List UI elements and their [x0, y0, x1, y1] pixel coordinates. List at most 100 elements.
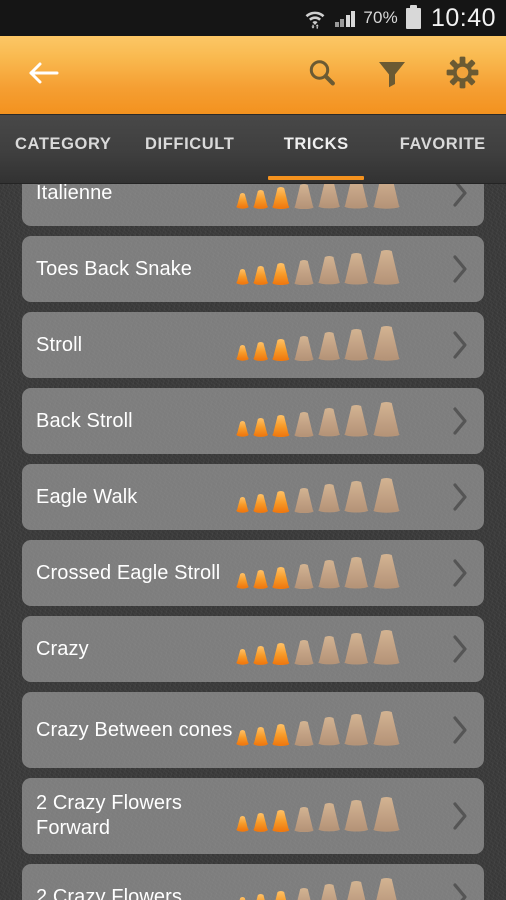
- tab-tricks[interactable]: TRICKS: [253, 115, 380, 183]
- trick-title: Crossed Eagle Stroll: [36, 561, 221, 584]
- tab-label: FAVORITE: [399, 134, 486, 153]
- cone-3-filled: [272, 490, 290, 513]
- trick-row[interactable]: 2 Crazy Flowers Forward: [22, 778, 484, 854]
- trick-title: Stroll: [36, 333, 83, 356]
- cone-5-empty: [318, 636, 340, 665]
- row-chevron[interactable]: [436, 632, 470, 666]
- cone-4-empty: [294, 487, 314, 513]
- tab-bar: CATEGORY DIFFICULT TRICKS FAVORITE: [0, 115, 506, 184]
- trick-title: 2 Crazy Flowers: [36, 885, 182, 900]
- cone-6-empty: [344, 481, 369, 513]
- tab-difficult[interactable]: DIFFICULT: [127, 115, 254, 183]
- cone-2-filled: [253, 645, 268, 665]
- search-button[interactable]: [300, 53, 344, 97]
- difficulty-cone-rating: [236, 326, 436, 363]
- row-chevron[interactable]: [436, 328, 470, 362]
- chevron-right-icon: [453, 802, 467, 830]
- status-clock: 10:40: [430, 3, 496, 32]
- cone-6-empty: [347, 881, 366, 900]
- chevron-right-icon: [453, 635, 467, 663]
- row-chevron[interactable]: [436, 252, 470, 286]
- trick-row[interactable]: Back Stroll: [22, 388, 484, 454]
- cone-7-empty: [373, 326, 400, 361]
- row-chevron[interactable]: [436, 556, 470, 590]
- cone-7-empty: [373, 554, 400, 589]
- cone-3-filled: [272, 186, 290, 209]
- filter-funnel-icon: [376, 58, 408, 93]
- trick-row[interactable]: 2 Crazy Flowers: [22, 864, 484, 900]
- back-button[interactable]: [22, 53, 66, 97]
- chevron-right-icon: [453, 716, 467, 744]
- cone-6-empty: [344, 800, 369, 832]
- tab-category[interactable]: CATEGORY: [0, 115, 127, 183]
- cone-5-empty: [318, 560, 340, 589]
- battery-percent-label: 70%: [363, 8, 398, 27]
- row-chevron[interactable]: [436, 480, 470, 514]
- cone-2-filled: [253, 341, 268, 361]
- chevron-right-icon: [453, 559, 467, 587]
- difficulty-cone-rating: [236, 878, 436, 900]
- cone-6-empty: [344, 633, 369, 665]
- tab-favorite[interactable]: FAVORITE: [380, 115, 506, 183]
- row-chevron[interactable]: [436, 184, 470, 210]
- cone-1-filled: [236, 649, 249, 665]
- trick-title: 2 Crazy Flowers Forward: [36, 792, 182, 839]
- trick-row[interactable]: Crazy: [22, 616, 484, 682]
- cone-2-filled: [256, 893, 265, 900]
- cone-1-filled: [236, 345, 249, 361]
- cone-2-filled: [253, 569, 268, 589]
- trick-list-scroll-area[interactable]: Italienne Toes Back Snake Stroll Back Strol…: [0, 184, 506, 900]
- cone-7-empty: [376, 878, 397, 900]
- trick-title: Crazy: [36, 637, 89, 660]
- trick-row[interactable]: Eagle Walk: [22, 464, 484, 530]
- cone-7-empty: [373, 250, 400, 285]
- chevron-right-icon: [453, 883, 467, 900]
- search-icon: [306, 57, 338, 94]
- filter-button[interactable]: [370, 53, 414, 97]
- trick-row[interactable]: Italienne: [22, 184, 484, 226]
- cone-1-filled: [236, 193, 249, 209]
- row-chevron[interactable]: [436, 799, 470, 833]
- trick-list: Italienne Toes Back Snake Stroll Back Strol…: [0, 184, 506, 900]
- cone-3-filled: [272, 414, 290, 437]
- cone-4-empty: [294, 411, 314, 437]
- row-chevron[interactable]: [436, 404, 470, 438]
- difficulty-cone-rating: [236, 478, 436, 515]
- cone-4-empty: [294, 335, 314, 361]
- settings-button[interactable]: [440, 53, 484, 97]
- cone-6-empty: [344, 184, 369, 209]
- cone-2-filled: [253, 265, 268, 285]
- cone-5-empty: [318, 717, 340, 746]
- cone-6-empty: [344, 557, 369, 589]
- cone-4-empty: [294, 639, 314, 665]
- trick-title: Toes Back Snake: [36, 257, 193, 280]
- cone-2-filled: [253, 493, 268, 513]
- cone-3-filled: [272, 723, 290, 746]
- cone-7-empty: [373, 478, 400, 513]
- cone-1-filled: [236, 497, 249, 513]
- trick-title: Crazy Between cones: [36, 718, 233, 741]
- row-chevron[interactable]: [436, 880, 470, 900]
- chevron-right-icon: [453, 483, 467, 511]
- wifi-transfer-icon: [303, 7, 327, 29]
- cone-1-filled: [239, 897, 246, 900]
- cone-5-empty: [321, 884, 337, 900]
- tab-label: TRICKS: [283, 134, 349, 153]
- cone-7-empty: [373, 402, 400, 437]
- trick-row[interactable]: Crossed Eagle Stroll: [22, 540, 484, 606]
- difficulty-cone-rating: [236, 630, 436, 667]
- cone-2-filled: [253, 726, 268, 746]
- cone-7-empty: [373, 630, 400, 665]
- trick-row[interactable]: Stroll: [22, 312, 484, 378]
- trick-title: Eagle Walk: [36, 485, 138, 508]
- cone-3-filled: [275, 890, 287, 900]
- trick-title: Back Stroll: [36, 409, 133, 432]
- cone-5-empty: [318, 256, 340, 285]
- difficulty-cone-rating: [236, 184, 436, 211]
- cone-4-empty: [294, 720, 314, 746]
- cone-3-filled: [272, 566, 290, 589]
- trick-row[interactable]: Crazy Between cones: [22, 692, 484, 768]
- trick-row[interactable]: Toes Back Snake: [22, 236, 484, 302]
- row-chevron[interactable]: [436, 713, 470, 747]
- cone-3-filled: [272, 642, 290, 665]
